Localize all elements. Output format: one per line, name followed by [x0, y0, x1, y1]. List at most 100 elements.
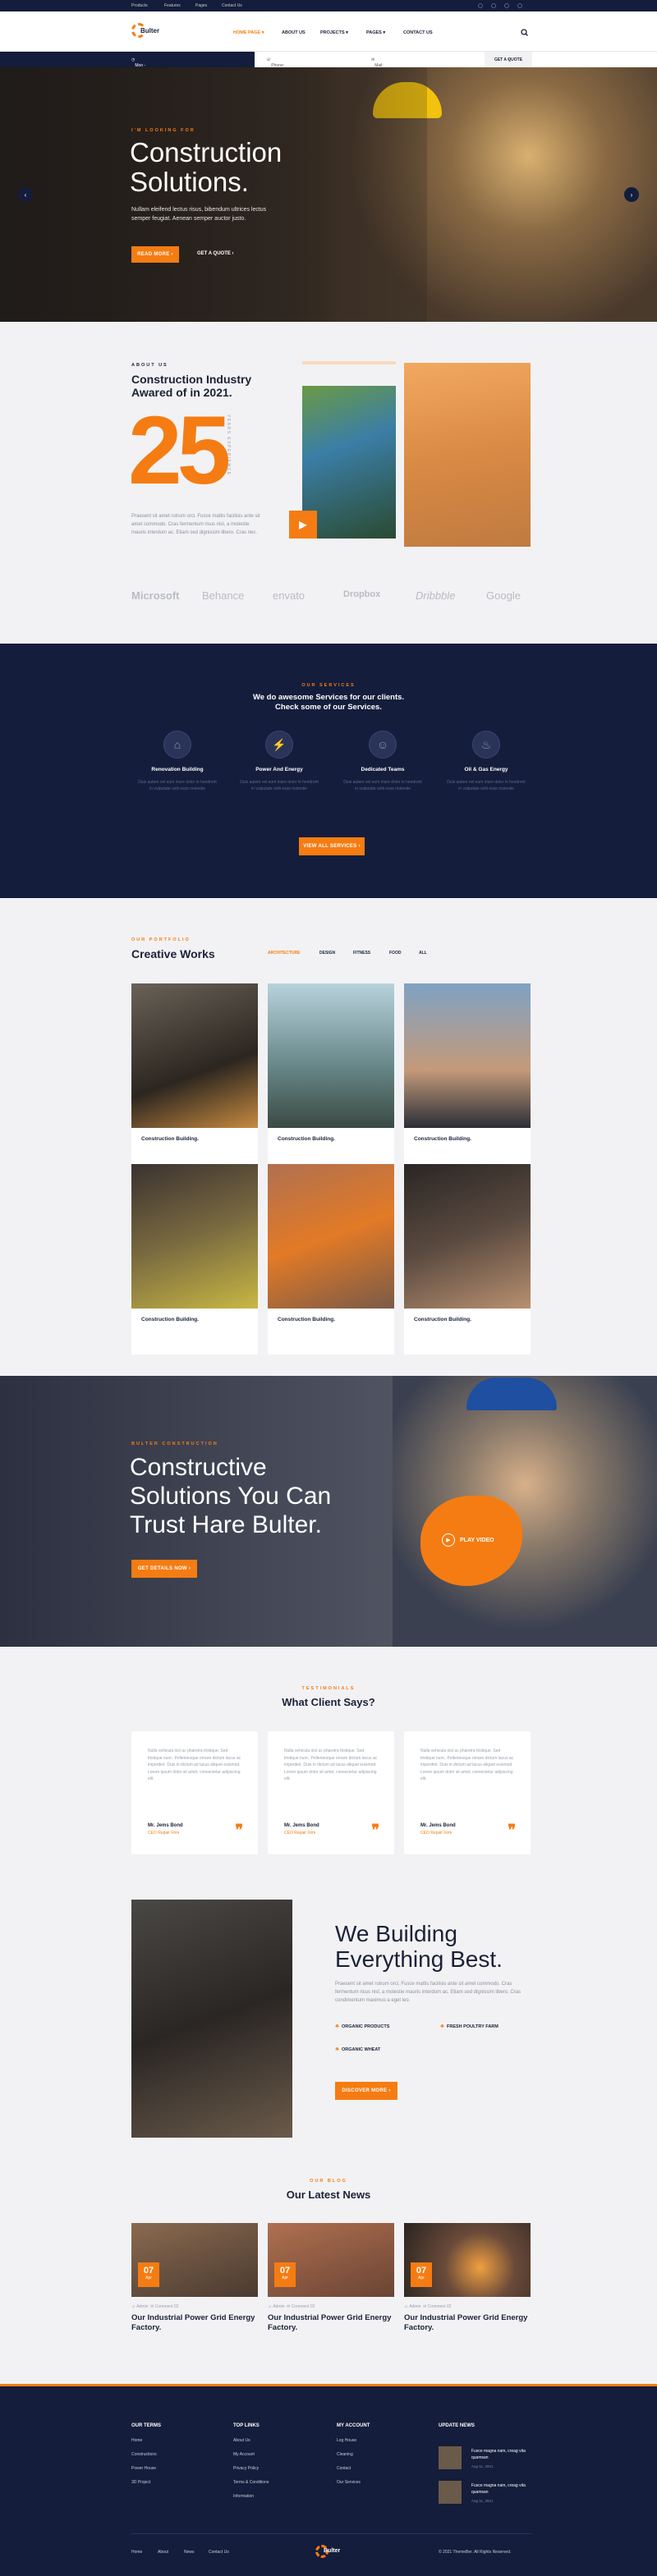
- blog-title: Our Latest News: [286, 2189, 371, 2201]
- date-badge: 07 Apr: [138, 2262, 159, 2287]
- blue-hard-hat: [466, 1377, 557, 1410]
- farm-icon: ☘: [440, 2024, 444, 2029]
- ship-image: [404, 983, 531, 1128]
- footer-link-home[interactable]: Home: [131, 2550, 142, 2555]
- testimonials-title: What Client Says?: [282, 1696, 375, 1708]
- team-icon: ☺: [369, 731, 397, 759]
- welding-image: [131, 983, 258, 1128]
- blog-card[interactable]: 07 Apr ☺ Admin ✉ Comment 02 Our Industrial …: [268, 2223, 394, 2333]
- hero-quote-button[interactable]: GET A QUOTE ›: [197, 251, 234, 256]
- search-icon[interactable]: [521, 29, 528, 36]
- cta-title: Constructive Solutions You Can Trust Hare …: [130, 1454, 332, 1538]
- portfolio-item[interactable]: Construction Building.: [268, 1164, 394, 1354]
- footer-link-about[interactable]: About: [158, 2550, 168, 2555]
- email-info: ✉ Mail: example@email.com: [371, 57, 413, 73]
- topbar-link-contact[interactable]: Contact Us: [222, 3, 242, 8]
- about-text: Praesent sit amet rutrum orci. Fusce mat…: [131, 514, 260, 535]
- update-news-item[interactable]: Fusce magna nam, creag vita quamsan Aug 1…: [439, 2446, 529, 2474]
- portfolio-item[interactable]: Construction Building.: [131, 1164, 258, 1354]
- slider-next-button[interactable]: ›: [624, 187, 639, 202]
- service-power[interactable]: ⚡ Power And Energy Duis autem vel eum iriu…: [238, 731, 320, 792]
- leaf-icon: ☘: [335, 2024, 339, 2029]
- twitter-icon[interactable]: [491, 3, 496, 8]
- portfolio-item[interactable]: Construction Building.: [404, 1164, 531, 1354]
- building-text: Praesent sit amet rutrum orci. Fusce mat…: [335, 1982, 521, 2003]
- brand-behance[interactable]: Behance: [202, 589, 244, 602]
- top-bar: Products Features Pages Contact Us: [0, 0, 657, 11]
- portfolio-item[interactable]: Construction Building.: [404, 983, 531, 1174]
- blog-image: 07 Apr: [268, 2223, 394, 2297]
- site-logo[interactable]: Bulter: [131, 21, 161, 39]
- get-quote-button[interactable]: GET A QUOTE ›: [485, 52, 532, 68]
- blog-card[interactable]: 07 Apr ☺ Admin ✉ Comment 02 Our Industrial …: [131, 2223, 258, 2333]
- news-thumbnail: [439, 2446, 462, 2469]
- service-teams[interactable]: ☺ Dedicated Teams Duis autem vel eum iriur…: [342, 731, 424, 792]
- footer-col-account: MY ACCOUNT Log House Cleaning Contact Our Se…: [337, 2423, 370, 2485]
- nav-about[interactable]: ABOUT US: [282, 30, 306, 35]
- filter-all[interactable]: ALL: [419, 951, 427, 956]
- facebook-icon[interactable]: [478, 3, 483, 8]
- drill-worker-image: [268, 1164, 394, 1309]
- main-header: Bulter HOME PAGE ▾ ABOUT US PROJECTS ▾ P…: [0, 11, 657, 51]
- brand-dribbble[interactable]: Dribbble: [416, 589, 455, 602]
- tattooed-worker-image: [131, 1900, 292, 2138]
- brand-envato[interactable]: envato: [273, 589, 305, 602]
- footer-col-updates: UPDATE NEWS: [439, 2423, 475, 2428]
- brand-dropbox[interactable]: Dropbox: [343, 589, 380, 599]
- about-kicker: ABOUT US: [131, 363, 168, 368]
- services-title: We do awesome Services for our clients. C…: [252, 693, 405, 712]
- update-news-item[interactable]: Fusce magna nam, creag vita quamsan Aug 1…: [439, 2481, 529, 2509]
- read-more-button[interactable]: READ MORE ›: [131, 246, 179, 263]
- nav-pages[interactable]: PAGES ▾: [366, 30, 385, 35]
- blog-image: 07 Apr: [404, 2223, 531, 2297]
- footer-col-links: TOP LINKS About Us My Account Privacy Polic…: [233, 2423, 269, 2499]
- view-all-services-button[interactable]: VIEW ALL SERVICES ›: [299, 837, 365, 855]
- building-title: We Building Everything Best.: [335, 1921, 503, 1972]
- power-icon: ⚡: [265, 731, 293, 759]
- slider-prev-button[interactable]: ‹: [18, 187, 33, 202]
- filter-design[interactable]: DESIGN: [319, 951, 335, 956]
- testimonial-card: Nulla vehicula nisl ac pharetra tristiqu…: [404, 1731, 531, 1854]
- filter-food[interactable]: FOOD: [389, 951, 401, 956]
- topbar-link-products[interactable]: Products: [131, 3, 148, 8]
- linkedin-icon[interactable]: [517, 3, 522, 8]
- cta-kicker: BULTER CONSTRUCTION: [131, 1442, 218, 1446]
- footer-logo[interactable]: Bulter: [315, 2543, 345, 2560]
- topbar-link-features[interactable]: Features: [164, 3, 181, 8]
- testimonial-card: Nulla vehicula nisl ac pharetra tristiqu…: [268, 1731, 394, 1854]
- info-bar: ◷ Mon - Sat 8.00 - 17.30, Sunday - CLOSE…: [0, 51, 657, 88]
- filter-architecture[interactable]: ARCHITECTURE: [268, 951, 300, 956]
- about-worker-image: [404, 363, 531, 547]
- nav-contact[interactable]: CONTACT US: [403, 30, 433, 35]
- blog-card[interactable]: 07 Apr ☺ Admin ✉ Comment 02 Our Industrial …: [404, 2223, 531, 2333]
- footer-link-news[interactable]: News: [184, 2550, 195, 2555]
- date-badge: 07 Apr: [274, 2262, 296, 2287]
- topbar-link-pages[interactable]: Pages: [195, 3, 207, 8]
- feature-poultry: ☘ FRESH POULTRY FARM: [440, 2024, 498, 2029]
- quote-icon: ❞: [235, 1822, 243, 1838]
- portfolio-item[interactable]: Construction Building.: [131, 983, 258, 1174]
- discover-more-button[interactable]: DISCOVER MORE ›: [335, 2082, 397, 2100]
- brand-google[interactable]: Google: [486, 589, 521, 602]
- service-oil-gas[interactable]: ♨ Oil & Gas Energy Duis autem vel eum iriu…: [445, 731, 527, 792]
- service-renovation[interactable]: ⌂ Renovation Building Duis autem vel eum i…: [136, 731, 218, 792]
- brand-microsoft[interactable]: Microsoft: [131, 589, 180, 602]
- services-kicker: OUR SERVICES: [301, 683, 356, 688]
- feature-organic-products: ☘ ORGANIC PRODUCTS: [335, 2024, 390, 2029]
- footer-link-contact[interactable]: Contact Us: [209, 2550, 229, 2555]
- nav-projects[interactable]: PROJECTS ▾: [320, 30, 348, 35]
- feature-organic-wheat: ☘ ORGANIC WHEAT: [335, 2047, 381, 2052]
- play-icon[interactable]: ▶: [289, 511, 317, 539]
- opening-hours: ◷ Mon - Sat 8.00 - 17.30, Sunday - CLOSE…: [131, 57, 152, 88]
- instagram-icon[interactable]: [504, 3, 509, 8]
- blog-image: 07 Apr: [131, 2223, 258, 2297]
- get-details-button[interactable]: GET DETAILS NOW ›: [131, 1560, 197, 1578]
- filter-fitness[interactable]: FITNESS: [353, 951, 370, 956]
- oil-drop-icon: ♨: [472, 731, 500, 759]
- building-icon: ⌂: [163, 731, 191, 759]
- hero-section: ‹ › I'M LOOKING FOR Construction Solution…: [0, 67, 657, 322]
- nav-home[interactable]: HOME PAGE ▾: [233, 30, 264, 35]
- architecture-image: [268, 983, 394, 1128]
- services-section: [0, 644, 657, 898]
- portfolio-item[interactable]: Construction Building.: [268, 983, 394, 1174]
